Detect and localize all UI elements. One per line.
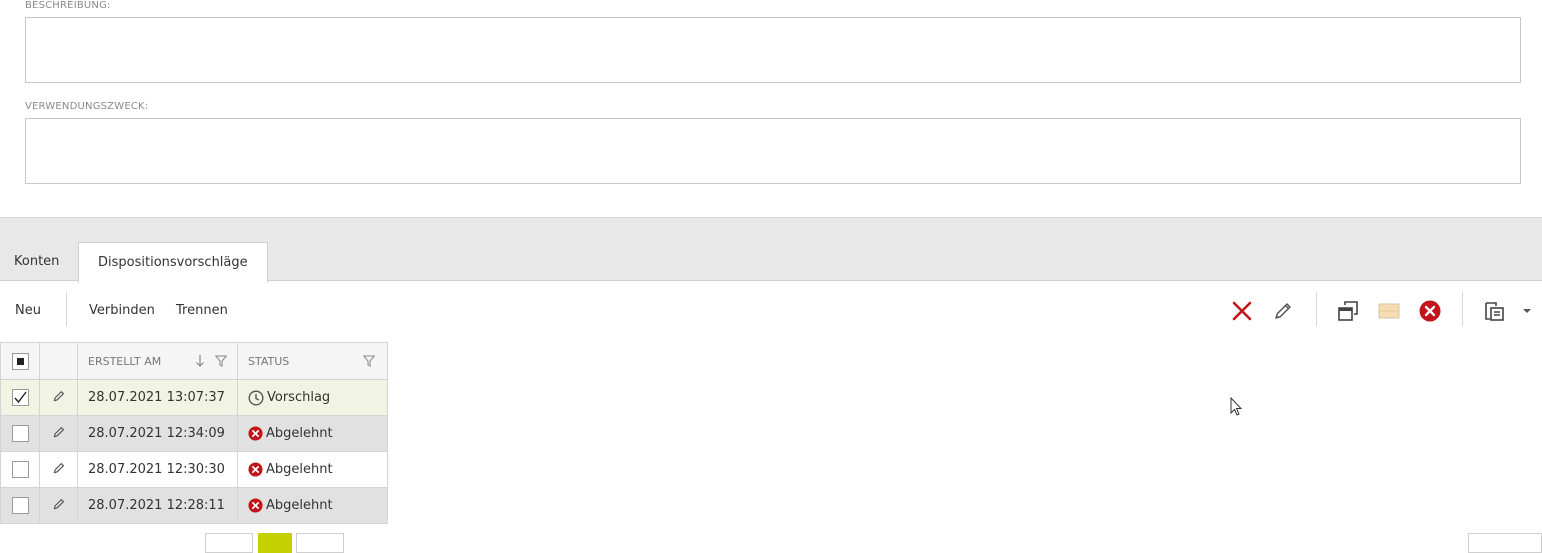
beschreibung-field[interactable] (25, 17, 1521, 83)
beschreibung-label: BESCHREIBUNG: (25, 0, 111, 11)
rejected-icon (248, 498, 263, 513)
filter-icon[interactable] (363, 355, 375, 367)
select-all-cell[interactable] (0, 342, 40, 380)
row-select-cell[interactable] (0, 487, 40, 524)
image-icon[interactable] (1377, 299, 1401, 323)
edit-icon[interactable] (1271, 299, 1295, 323)
table-row[interactable]: 28.07.2021 13:07:37 Vorschlag (0, 379, 388, 416)
table-row[interactable]: 28.07.2021 12:30:30 Abgelehnt (0, 451, 388, 488)
edit-icon[interactable] (52, 461, 66, 475)
toolbar-divider (1462, 292, 1463, 326)
disconnect-button[interactable]: Trennen (176, 301, 228, 321)
row-edit-cell[interactable] (39, 379, 78, 416)
edit-icon[interactable] (52, 497, 66, 511)
created-cell: 28.07.2021 13:07:37 (77, 379, 238, 416)
created-cell: 28.07.2021 12:30:30 (77, 451, 238, 488)
status-cell: Abgelehnt (237, 487, 388, 524)
dropdown-arrow-icon[interactable] (1520, 299, 1534, 323)
status-cell: Abgelehnt (237, 451, 388, 488)
toolbar-divider (66, 292, 67, 326)
created-cell: 28.07.2021 12:28:11 (77, 487, 238, 524)
edit-icon[interactable] (52, 389, 66, 403)
checkmark-icon (13, 391, 27, 404)
pager-current-page[interactable] (258, 533, 292, 553)
open-window-icon[interactable] (1336, 299, 1360, 323)
connect-button[interactable]: Verbinden (89, 301, 155, 321)
tab-konten[interactable]: Konten (0, 242, 73, 282)
delete-icon[interactable] (1230, 299, 1254, 323)
status-cell: Abgelehnt (237, 415, 388, 452)
select-all-checkbox[interactable] (11, 352, 29, 370)
created-cell: 28.07.2021 12:34:09 (77, 415, 238, 452)
table-row[interactable]: 28.07.2021 12:28:11 Abgelehnt (0, 487, 388, 524)
mouse-cursor-icon (1230, 397, 1242, 416)
tab-bar: Konten Dispositionsvorschläge (0, 217, 1542, 283)
sort-descending-icon[interactable] (195, 354, 205, 368)
edit-column-header (39, 342, 78, 380)
toolbar-divider (1316, 292, 1317, 326)
clock-icon (248, 389, 264, 406)
row-select-cell[interactable] (0, 415, 40, 452)
row-checkbox[interactable] (11, 461, 29, 478)
status-cell: Vorschlag (237, 379, 388, 416)
edit-icon[interactable] (52, 425, 66, 439)
dispositions-grid: ERSTELLT AM STATUS 28.07.2021 13:07:37 V… (0, 342, 388, 524)
row-edit-cell[interactable] (39, 451, 78, 488)
created-column-header[interactable]: ERSTELLT AM (77, 342, 238, 380)
new-button[interactable]: Neu (15, 301, 41, 321)
row-checkbox[interactable] (11, 497, 29, 514)
row-edit-cell[interactable] (39, 415, 78, 452)
verwendungszweck-field[interactable] (25, 118, 1521, 184)
page-size-select[interactable] (1468, 533, 1542, 553)
status-text: Abgelehnt (266, 462, 333, 477)
row-edit-cell[interactable] (39, 487, 78, 524)
grid-header-row: ERSTELLT AM STATUS (0, 342, 388, 380)
row-checkbox[interactable] (11, 425, 29, 442)
row-select-cell[interactable] (0, 451, 40, 488)
paste-icon[interactable] (1482, 299, 1506, 323)
row-select-cell[interactable] (0, 379, 40, 416)
pager-next-button[interactable] (296, 533, 344, 553)
verwendungszweck-label: VERWENDUNGSZWECK: (25, 101, 149, 112)
status-column-header[interactable]: STATUS (237, 342, 388, 380)
status-column-label: STATUS (248, 354, 290, 368)
table-row[interactable]: 28.07.2021 12:34:09 Abgelehnt (0, 415, 388, 452)
cancel-icon[interactable] (1418, 299, 1442, 323)
tab-dispositionsvorschlaege[interactable]: Dispositionsvorschläge (78, 242, 268, 283)
status-text: Abgelehnt (266, 426, 333, 441)
created-column-label: ERSTELLT AM (88, 354, 162, 368)
rejected-icon (248, 462, 263, 477)
status-text: Vorschlag (267, 390, 331, 405)
status-text: Abgelehnt (266, 498, 333, 513)
row-checkbox[interactable] (11, 389, 29, 406)
rejected-icon (248, 426, 263, 441)
filter-icon[interactable] (215, 355, 227, 367)
pager-previous-button[interactable] (205, 533, 253, 553)
